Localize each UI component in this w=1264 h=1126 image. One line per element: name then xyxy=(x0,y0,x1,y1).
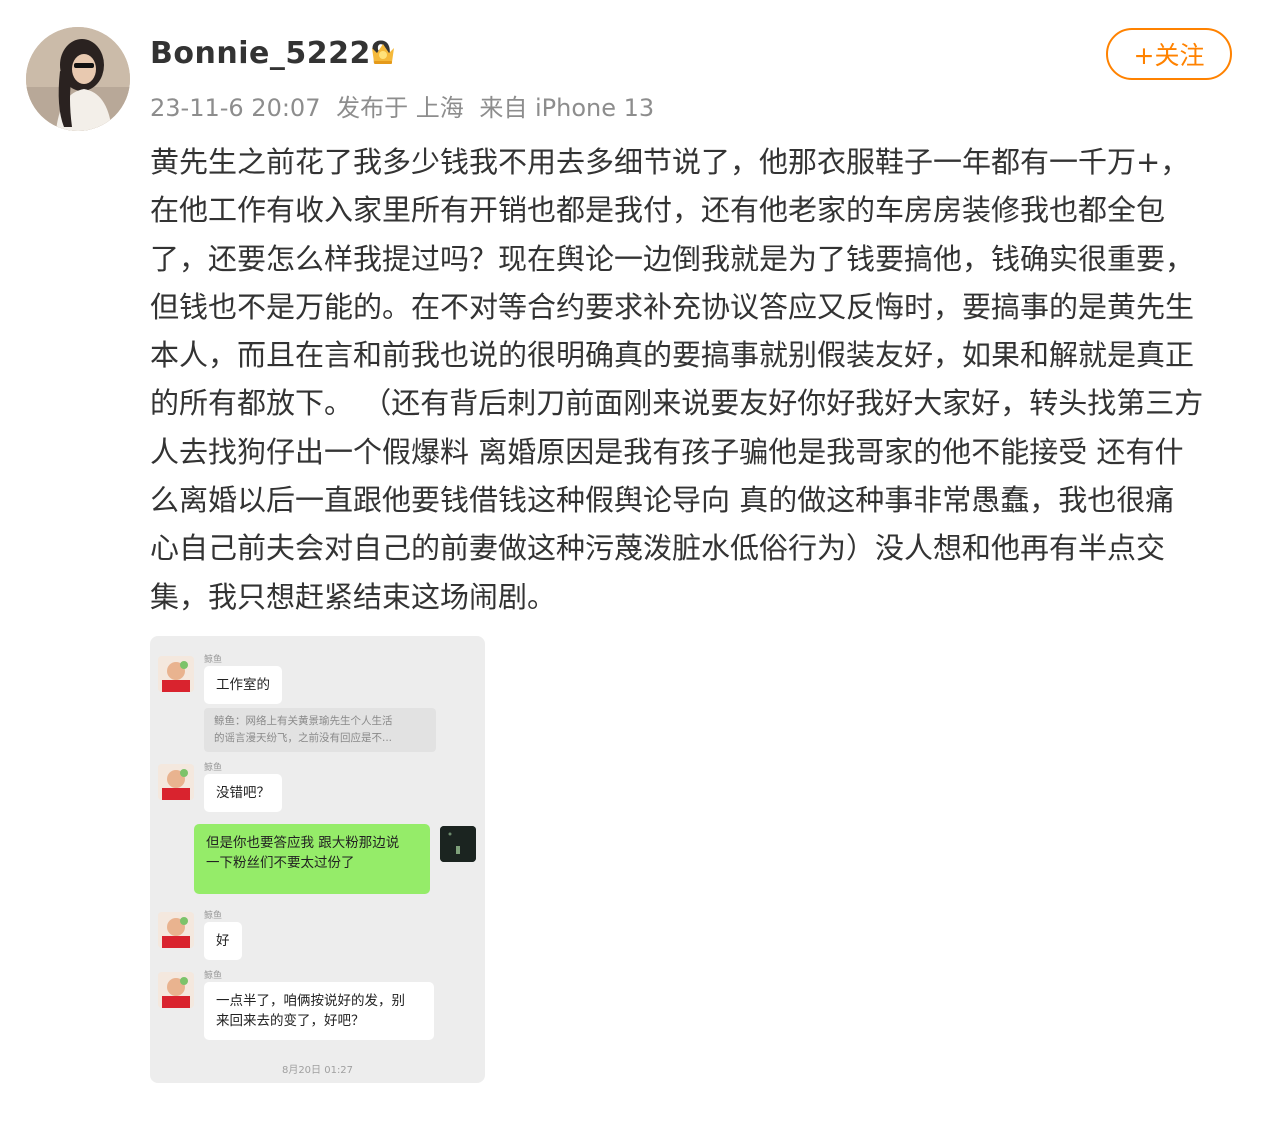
post-body: 黄先生之前花了我多少钱我不用去多细节说了，他那衣服鞋子一年都有一千万+， 在他工… xyxy=(150,138,1240,621)
post-text-line: 的所有都放下。 （还有背后刺刀前面刚来说要友好你好我好大家好，转头找第三方 xyxy=(150,386,1204,421)
chat-quote: 鲸鱼：网络上有关黄景瑜先生个人生活 的谣言漫天纷飞，之前没有回应是不... xyxy=(204,708,436,752)
chat-bubble-line: 一下粉丝们不要太过份了 xyxy=(206,855,355,871)
post-text-line: 心自己前夫会对自己的前妻做这种污蔑泼脏水低俗行为）没人想和他再有半点交 xyxy=(150,531,1166,566)
post-text-line: 但钱也不是万能的。在不对等合约要求补充协议答应又反悔时，要搞事的是黄先生 xyxy=(150,289,1195,324)
chat-bubble-line: 一点半了，咱俩按说好的发，别 xyxy=(216,993,405,1009)
post-timestamp: 23-11-6 20:07 xyxy=(150,94,321,122)
post-source: 来自 iPhone 13 xyxy=(479,94,655,122)
chat-bubble: 好 xyxy=(204,922,242,960)
chat-sender-name: 鲸鱼 xyxy=(204,971,223,981)
post-location: 发布于 上海 xyxy=(336,94,464,122)
chat-bubble: 没错吧？ xyxy=(204,774,282,812)
chat-quote-line: 鲸鱼：网络上有关黄景瑜先生个人生活 xyxy=(214,715,393,727)
post-text-line: 本人，而且在言和前我也说的很明确真的要搞事就别假装友好，如果和解就是真正 xyxy=(150,338,1195,373)
chat-bubble-own: 但是你也要答应我 跟大粉那边说 一下粉丝们不要太过份了 xyxy=(194,824,430,894)
chat-avatar xyxy=(158,972,194,1008)
chat-avatar xyxy=(158,764,194,800)
chat-avatar xyxy=(158,656,194,692)
post-text-line: 在他工作有收入家里所有开销也都是我付，还有他老家的车房房装修我也都全包 xyxy=(150,193,1166,228)
chat-screenshot-image[interactable]: 鲸鱼 工作室的 鲸鱼：网络上有关黄景瑜先生个人生活 的谣言漫天纷飞，之前没有回应… xyxy=(150,636,485,1083)
post-meta: 23-11-6 20:07 发布于 上海 来自 iPhone 13 xyxy=(150,88,662,123)
chat-avatar xyxy=(158,912,194,948)
post-text-line: 人去找狗仔出一个假爆料 离婚原因是我有孩子骗他是我哥家的他不能接受 还有什 xyxy=(150,434,1184,469)
post-text-line: 集，我只想赶紧结束这场闹剧。 xyxy=(150,579,557,614)
post-text-line: 了，还要怎么样我提过吗？现在舆论一边倒我就是为了钱要搞他，钱确实很重要， xyxy=(150,241,1195,276)
chat-avatar-own xyxy=(440,826,476,862)
chat-sender-name: 鲸鱼 xyxy=(204,763,223,773)
chat-sender-name: 鲸鱼 xyxy=(204,655,223,665)
chat-bubble-line: 来回来去的变了，好吧？ xyxy=(216,1013,365,1029)
avatar[interactable] xyxy=(26,27,130,131)
follow-button[interactable]: +关注 xyxy=(1106,28,1232,80)
chat-bubble-line: 但是你也要答应我 跟大粉那边说 xyxy=(206,835,400,851)
chat-bubble: 一点半了，咱俩按说好的发，别 来回来去的变了，好吧？ xyxy=(204,982,434,1040)
chat-timestamp: 8月20日 01:27 xyxy=(281,1065,354,1076)
post-text-line: 黄先生之前花了我多少钱我不用去多细节说了，他那衣服鞋子一年都有一千万+， xyxy=(150,145,1190,179)
chat-quote-line: 的谣言漫天纷飞，之前没有回应是不... xyxy=(214,732,393,744)
vip-badge-icon xyxy=(368,38,398,68)
chat-sender-name: 鲸鱼 xyxy=(204,911,223,921)
username[interactable]: Bonnie_52229 xyxy=(150,36,392,71)
chat-bubble: 工作室的 xyxy=(204,666,282,704)
post-text-line: 么离婚以后一直跟他要钱借钱这种假舆论导向 真的做这种事非常愚蠢，我也很痛 xyxy=(150,483,1175,518)
